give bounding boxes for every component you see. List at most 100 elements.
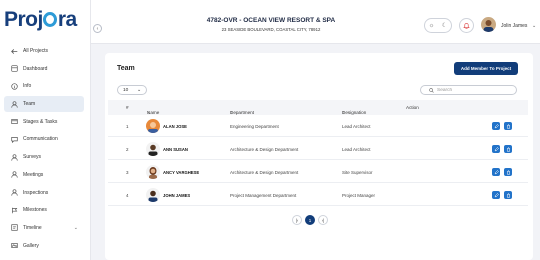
pagination: |‹ 1 ›| xyxy=(292,215,328,225)
topbar: ‹ 4782-OVR - OCEAN VIEW RESORT & SPA 23 … xyxy=(91,0,540,44)
user-name[interactable]: Jolin James xyxy=(501,23,527,29)
sidebar-nav: All Projects Dashboard Info Team Stages … xyxy=(4,43,84,255)
sidebar-item-label: Meetings xyxy=(23,171,44,178)
member-name: JOHN JAMES xyxy=(163,193,191,198)
member-department: Engineering Department xyxy=(230,124,279,129)
search-icon xyxy=(429,87,434,93)
sidebar-item-timeline[interactable]: Timeline ⌄ xyxy=(4,220,84,236)
page-size-value: 10 xyxy=(123,87,129,93)
milestone-icon xyxy=(10,206,18,214)
sidebar-item-inspections[interactable]: Inspections xyxy=(4,185,84,201)
sidebar-item-label: Dashboard xyxy=(23,65,48,72)
sidebar-item-label: Milestones xyxy=(23,207,47,214)
member-department: Project Management Department xyxy=(230,193,297,198)
sidebar-item-info[interactable]: Info xyxy=(4,78,84,94)
table-row: 3 ANCY VARGHESE Architecture & Design De… xyxy=(108,161,528,183)
project-title: 4782-OVR - OCEAN VIEW RESORT & SPA xyxy=(206,17,336,24)
search-input[interactable] xyxy=(437,87,507,93)
sidebar: Proj ra All Projects Dashboard Info Team … xyxy=(0,0,91,260)
trash-icon xyxy=(506,146,510,152)
row-num: 4 xyxy=(126,193,129,198)
sidebar-item-label: All Projects xyxy=(23,48,49,54)
collapse-sidebar-button[interactable]: ‹ xyxy=(93,24,102,33)
table-row: 4 JOHN JAMES Project Management Departme… xyxy=(108,184,528,206)
dashboard-icon xyxy=(10,65,18,73)
survey-icon xyxy=(10,153,18,161)
arrow-left-icon xyxy=(10,47,18,55)
member-designation: Project Manager xyxy=(342,193,376,198)
table-row: 1 ALAN JOSE Engineering Department Lead … xyxy=(108,115,528,137)
member-designation: Lead Architect xyxy=(342,124,371,129)
edit-icon xyxy=(494,169,499,174)
sidebar-item-milestones[interactable]: Milestones xyxy=(4,202,84,218)
edit-button[interactable] xyxy=(492,122,500,130)
chevron-down-icon[interactable]: ⌄ xyxy=(532,23,536,29)
edit-icon xyxy=(494,146,499,151)
info-icon xyxy=(10,82,18,90)
sidebar-item-gallery[interactable]: Gallery xyxy=(4,238,84,254)
edit-button[interactable] xyxy=(492,145,500,153)
page-size-select[interactable]: 10 ⌄ xyxy=(117,85,147,95)
sidebar-item-label: Surveys xyxy=(23,154,42,161)
sidebar-item-dashboard[interactable]: Dashboard xyxy=(4,61,84,77)
page-title: Team xyxy=(117,65,135,72)
first-page-button[interactable]: |‹ xyxy=(292,215,302,225)
edit-icon xyxy=(494,123,499,128)
theme-toggle[interactable]: ☼ ☾ xyxy=(424,18,452,33)
notification-button[interactable] xyxy=(459,18,474,33)
tasks-icon xyxy=(10,118,18,126)
add-member-button[interactable]: Add Member To Project xyxy=(454,62,518,75)
member-name: ALAN JOSE xyxy=(163,124,187,129)
logo-ring-icon xyxy=(43,12,58,27)
row-num: 1 xyxy=(126,124,129,129)
sun-icon[interactable]: ☼ xyxy=(429,23,435,29)
member-designation: Site Supervisor xyxy=(342,170,373,175)
edit-button[interactable] xyxy=(492,168,500,176)
trash-icon xyxy=(506,169,510,175)
delete-button[interactable] xyxy=(504,191,512,199)
last-page-icon: ›| xyxy=(321,217,325,223)
member-department: Architecture & Design Department xyxy=(230,147,299,152)
edit-button[interactable] xyxy=(492,191,500,199)
sidebar-item-team[interactable]: Team xyxy=(4,96,84,113)
bell-icon xyxy=(463,23,470,29)
sidebar-item-communication[interactable]: Communication xyxy=(4,131,84,147)
user-avatar[interactable] xyxy=(481,17,496,32)
trash-icon xyxy=(506,192,510,198)
sidebar-item-meetings[interactable]: Meetings xyxy=(4,167,84,183)
delete-button[interactable] xyxy=(504,145,512,153)
avatar xyxy=(146,165,160,179)
trash-icon xyxy=(506,123,510,129)
first-page-icon: |‹ xyxy=(295,217,299,223)
table-header: # Name ↕ Department ↕ Designation ↕ Acti… xyxy=(108,100,528,115)
timeline-icon xyxy=(10,224,18,232)
sidebar-item-label: Info xyxy=(23,83,32,90)
page-button[interactable]: 1 xyxy=(305,215,315,225)
col-action: Action xyxy=(406,105,419,110)
moon-icon[interactable]: ☾ xyxy=(442,22,447,29)
sidebar-item-stages-tasks[interactable]: Stages & Tasks xyxy=(4,114,84,130)
avatar xyxy=(146,142,160,156)
gallery-icon xyxy=(10,242,18,250)
meeting-icon xyxy=(10,171,18,179)
avatar xyxy=(146,188,160,202)
chat-icon xyxy=(10,135,18,143)
col-num: # xyxy=(126,105,129,110)
delete-button[interactable] xyxy=(504,168,512,176)
delete-button[interactable] xyxy=(504,122,512,130)
sidebar-item-label: Team xyxy=(23,101,36,108)
last-page-button[interactable]: ›| xyxy=(318,215,328,225)
member-department: Architecture & Design Department xyxy=(230,170,299,175)
row-num: 2 xyxy=(126,147,129,152)
member-name: ANCY VARGHESE xyxy=(163,170,200,175)
app-logo[interactable]: Proj ra xyxy=(4,8,77,32)
avatar xyxy=(146,119,160,133)
member-designation: Lead Architect xyxy=(342,147,371,152)
search-box[interactable] xyxy=(420,85,517,95)
team-card: Team Add Member To Project 10 ⌄ # Name ↕… xyxy=(105,53,533,260)
chevron-left-icon: ‹ xyxy=(96,25,99,32)
sidebar-item-surveys[interactable]: Surveys xyxy=(4,149,84,165)
chevron-down-icon[interactable]: ⌄ xyxy=(74,225,78,231)
edit-icon xyxy=(494,192,499,197)
sidebar-item-all-projects[interactable]: All Projects xyxy=(4,43,84,59)
